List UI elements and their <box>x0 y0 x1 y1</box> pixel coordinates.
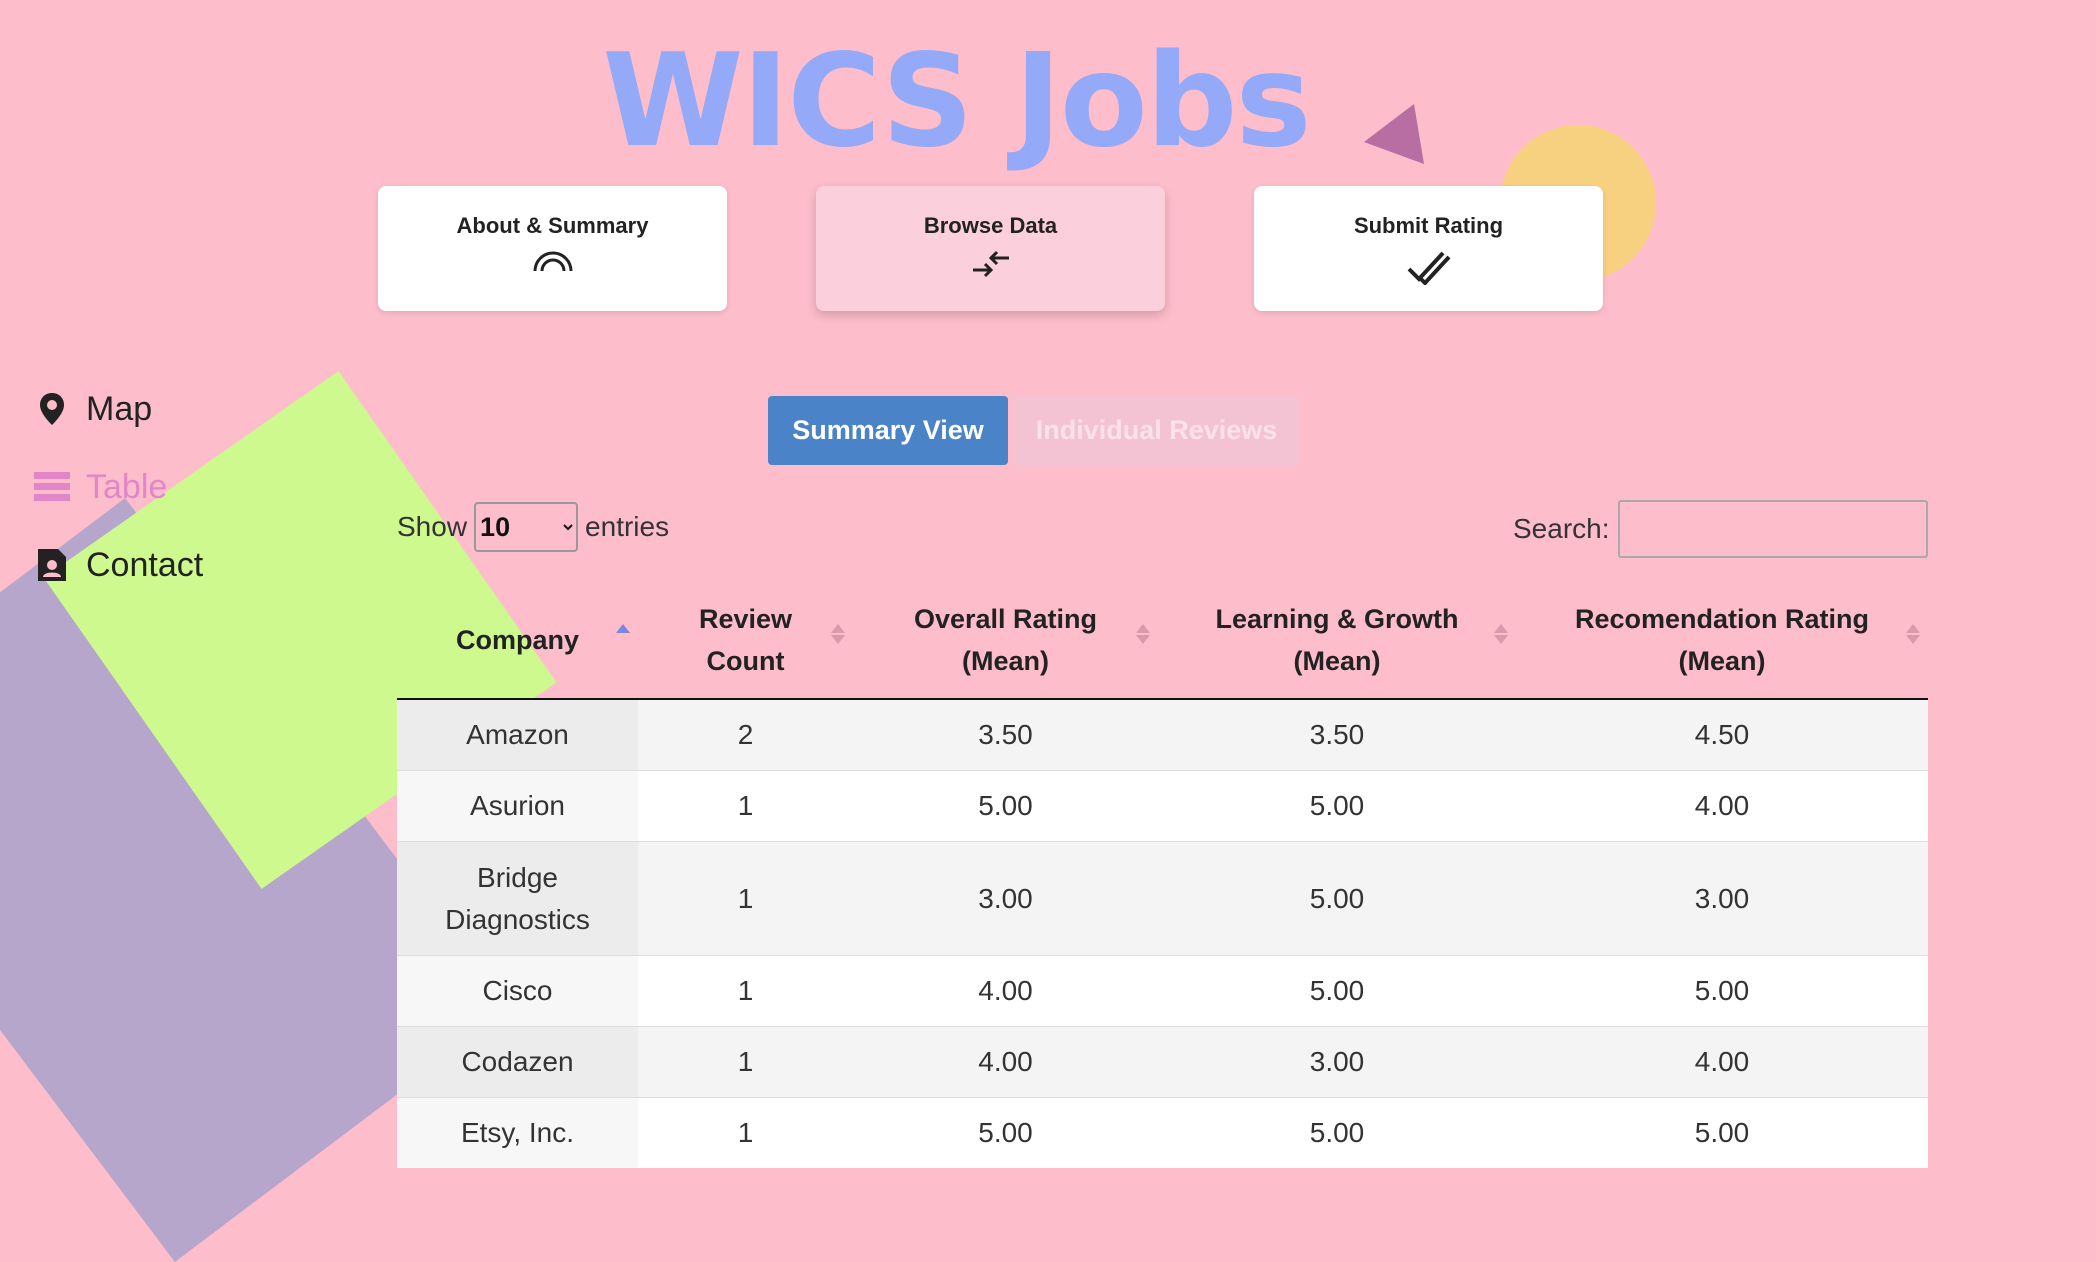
nav-submit-label: Submit Rating <box>1353 213 1504 238</box>
sidebar-item-table[interactable]: Table <box>34 448 203 526</box>
site-logo[interactable]: WICS Jobs <box>0 38 2096 166</box>
header-recommendation-rating[interactable]: Recomendation Rating (Mean) <box>1516 582 1928 700</box>
cell-overall-rating: 4.00 <box>853 1026 1158 1098</box>
sidebar-item-label: Map <box>86 389 153 428</box>
sort-asc-icon <box>616 622 630 652</box>
cell-company: Etsy, Inc. <box>397 1097 638 1168</box>
cell-recommendation: 3.00 <box>1516 841 1928 956</box>
search-label: Search: <box>1513 513 1610 544</box>
sidebar-item-map[interactable]: Map <box>34 370 203 448</box>
cell-company: Amazon <box>397 698 638 771</box>
cell-review-count: 2 <box>638 698 853 771</box>
cell-overall-rating: 5.00 <box>853 1097 1158 1168</box>
table-row: Amazon 2 3.50 3.50 4.50 <box>397 698 1928 771</box>
summary-table: Company Review Count Overall Rating (Mea… <box>397 582 1928 1168</box>
cell-learning-growth: 3.00 <box>1158 1026 1516 1098</box>
sidebar-item-label: Table <box>86 467 168 506</box>
page-length-select[interactable]: 10 <box>474 502 579 552</box>
sort-icon <box>1494 622 1508 652</box>
nav-browse-label: Browse Data <box>923 213 1058 238</box>
show-label: Show <box>397 511 468 542</box>
header-overall-rating[interactable]: Overall Rating (Mean) <box>853 582 1158 700</box>
cell-overall-rating: 4.00 <box>853 955 1158 1027</box>
header-review-count[interactable]: Review Count <box>638 582 853 700</box>
sort-icon <box>831 622 845 652</box>
cell-review-count: 1 <box>638 770 853 842</box>
cell-learning-growth: 5.00 <box>1158 1097 1516 1168</box>
nav-browse-data[interactable]: Browse Data <box>816 186 1165 311</box>
search-control: Search: <box>1513 500 1928 558</box>
nav-submit-rating[interactable]: Submit Rating <box>1254 186 1603 311</box>
individual-reviews-button[interactable]: Individual Reviews <box>1014 396 1299 465</box>
table-row: Asurion 1 5.00 5.00 4.00 <box>397 770 1928 842</box>
double-check-icon <box>1407 251 1450 285</box>
cell-company: Codazen <box>397 1026 638 1098</box>
view-toggle: Summary View Individual Reviews <box>768 396 1299 465</box>
cell-recommendation: 4.00 <box>1516 770 1928 842</box>
cell-review-count: 1 <box>638 1026 853 1098</box>
cell-learning-growth: 3.50 <box>1158 698 1516 771</box>
cell-learning-growth: 5.00 <box>1158 955 1516 1027</box>
search-input[interactable] <box>1617 500 1928 558</box>
nav-about-label: About & Summary <box>456 213 649 238</box>
sidebar: Map Table Contact <box>34 370 203 604</box>
cell-company: Bridge Diagnostics <box>397 841 638 956</box>
cell-review-count: 1 <box>638 1097 853 1168</box>
table-row: Bridge Diagnostics 1 3.00 5.00 3.00 <box>397 841 1928 956</box>
table-row: Codazen 1 4.00 3.00 4.00 <box>397 1026 1928 1098</box>
cell-overall-rating: 5.00 <box>853 770 1158 842</box>
sidebar-item-label: Contact <box>86 545 204 584</box>
sidebar-item-contact[interactable]: Contact <box>34 526 203 604</box>
nav-about-summary[interactable]: About & Summary <box>378 186 727 311</box>
table-header-row: Company Review Count Overall Rating (Mea… <box>397 582 1928 700</box>
summary-view-button[interactable]: Summary View <box>768 396 1008 465</box>
entries-label: entries <box>585 511 670 542</box>
cell-review-count: 1 <box>638 841 853 956</box>
page-length-control: Show 10 entries <box>397 502 669 552</box>
arrows-compress-icon <box>972 250 1009 278</box>
table-row: Etsy, Inc. 1 5.00 5.00 5.00 <box>397 1097 1928 1168</box>
sort-icon <box>1136 622 1150 652</box>
cell-overall-rating: 3.00 <box>853 841 1158 956</box>
cell-company: Asurion <box>397 770 638 842</box>
header-learning-growth[interactable]: Learning & Growth (Mean) <box>1158 582 1516 700</box>
cell-recommendation: 5.00 <box>1516 955 1928 1027</box>
header-company[interactable]: Company <box>397 582 638 700</box>
cell-company: Cisco <box>397 955 638 1027</box>
cell-learning-growth: 5.00 <box>1158 770 1516 842</box>
cell-recommendation: 4.50 <box>1516 698 1928 771</box>
rainbow-icon <box>533 251 572 272</box>
cell-recommendation: 4.00 <box>1516 1026 1928 1098</box>
map-pin-icon <box>40 393 64 425</box>
cell-recommendation: 5.00 <box>1516 1097 1928 1168</box>
cell-learning-growth: 5.00 <box>1158 841 1516 956</box>
cell-overall-rating: 3.50 <box>853 698 1158 771</box>
contact-card-icon <box>38 549 66 581</box>
cell-review-count: 1 <box>638 955 853 1027</box>
sort-icon <box>1906 622 1920 652</box>
table-row: Cisco 1 4.00 5.00 5.00 <box>397 955 1928 1027</box>
table-lines-icon <box>34 472 70 501</box>
